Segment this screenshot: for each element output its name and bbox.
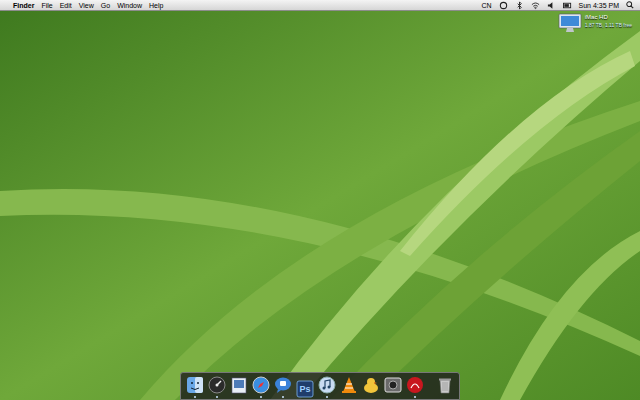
running-indicator [444,396,446,398]
desktop-icon-detail: 1.87 TB, 1.11 TB free [585,21,632,29]
menu-item[interactable]: Help [149,1,163,10]
dock-item[interactable] [207,375,227,398]
sync-icon[interactable] [499,1,508,10]
dock-item[interactable] [339,375,359,398]
running-indicator [326,396,328,398]
dock-item[interactable] [383,375,403,398]
finder-icon [185,375,205,395]
running-indicator [260,396,262,398]
running-indicator [392,396,394,398]
dock-item[interactable] [361,375,381,398]
dock-item[interactable] [251,375,271,398]
dock-icon-label: Ps [299,383,310,395]
menu-item[interactable]: View [79,1,94,10]
desktop: Finder File Edit View Go Window Help CN Sun 4:35… [0,0,640,400]
running-indicator [304,396,306,398]
dock-item[interactable]: Ps [295,379,315,398]
menu-item[interactable]: Window [117,1,142,10]
itunes-icon [317,375,337,395]
running-indicator [414,396,416,398]
volume-icon[interactable] [547,1,556,10]
acrobat-icon [405,375,425,395]
app-menu[interactable]: Finder [13,1,34,10]
preview-icon [229,375,249,395]
photobooth-icon [383,375,403,395]
trash-icon [435,375,455,395]
grass-wallpaper-icon [0,11,640,400]
vlc-icon [339,375,359,395]
running-indicator [216,396,218,398]
dock-item[interactable] [185,375,205,398]
running-indicator [282,396,284,398]
hard-drive-icon [558,13,582,33]
dock-item[interactable] [405,375,425,398]
menu-item[interactable]: Go [101,1,110,10]
running-indicator [348,396,350,398]
dock-item[interactable] [435,375,455,398]
battery-icon[interactable] [563,1,572,10]
desktop-icon[interactable]: iMac HD1.87 TB, 1.11 TB free [558,13,632,33]
running-indicator [370,396,372,398]
running-indicator [194,396,196,398]
dock-item[interactable] [273,375,293,398]
dock: Ps [180,372,460,400]
running-indicator [238,396,240,398]
safari-icon [251,375,271,395]
spotlight-icon[interactable] [626,1,634,9]
dock-item[interactable] [317,375,337,398]
input-source[interactable]: CN [481,1,491,10]
desktop-icon-label: iMac HD [585,13,632,21]
wallpaper: iMac HD1.87 TB, 1.11 TB free Ps [0,11,640,400]
dashboard-icon [207,375,227,395]
bluetooth-icon[interactable] [515,1,524,10]
ichat-icon [273,375,293,395]
menu-bar: Finder File Edit View Go Window Help CN Sun 4:35… [0,0,640,11]
menu-item[interactable]: Edit [60,1,72,10]
dock-item[interactable] [229,375,249,398]
clock[interactable]: Sun 4:35 PM [579,1,619,10]
wifi-icon[interactable] [531,1,540,10]
adium-icon [361,375,381,395]
menu-item[interactable]: File [41,1,52,10]
